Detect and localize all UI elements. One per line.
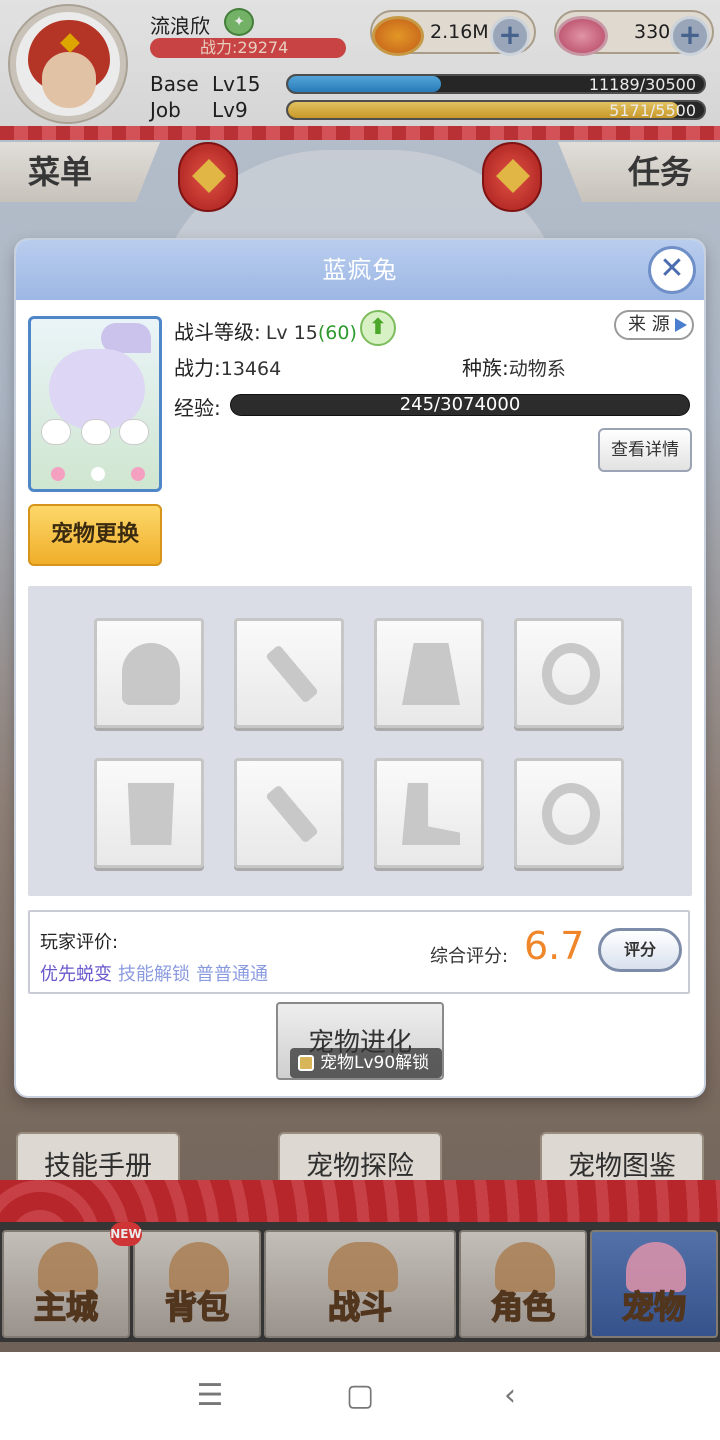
lock-icon: [298, 1055, 314, 1071]
equipment-panel: [28, 586, 692, 896]
close-icon: ✕: [659, 251, 685, 286]
pet-exp-bar: 245/3074000: [230, 394, 690, 416]
review-tag[interactable]: 优先蜕变: [40, 964, 112, 985]
pet-race-row: 种族:动物系: [462, 352, 566, 381]
armor-icon: [127, 783, 175, 845]
evolve-lock-tag: 宠物Lv90解锁: [290, 1048, 442, 1078]
evolve-lock-text: 宠物Lv90解锁: [320, 1053, 430, 1073]
pet-power-label: 战力:: [174, 356, 221, 380]
score-label: 综合评分:: [430, 946, 509, 967]
pet-info-dialog: 蓝疯兔 ✕ 战斗等级: Lv 15(60) ⬆ 来 源 战力:13464 种族:…: [16, 240, 704, 1096]
battle-level-row: 战斗等级: Lv 15(60): [174, 316, 357, 345]
pet-body: [49, 349, 145, 429]
ring-icon: [542, 643, 600, 705]
battle-level-max: (60): [317, 322, 357, 344]
equip-slot-weapon[interactable]: [234, 618, 344, 728]
cape-icon: [402, 643, 460, 705]
system-nav-bar: ☰ ▢ ‹: [0, 1352, 720, 1440]
view-details-button[interactable]: 查看详情: [598, 428, 692, 472]
source-label: 来 源: [628, 314, 670, 335]
pet-exp-label: 经验:: [174, 396, 221, 420]
flower-icon: [51, 467, 65, 481]
pet-exp-row: 经验:: [174, 392, 221, 421]
review-tag[interactable]: 技能解锁: [118, 964, 190, 985]
game-scene: 流浪欣 ✦ 战力:29274 Base Lv15 11189/30500 Job…: [0, 0, 720, 1352]
helmet-icon: [122, 643, 180, 705]
equip-slot-cape[interactable]: [374, 618, 484, 728]
flower-icon: [91, 467, 105, 481]
play-triangle-icon: [675, 318, 687, 332]
level-up-arrow-icon[interactable]: ⬆: [360, 310, 396, 346]
back-icon[interactable]: ‹: [490, 1376, 530, 1416]
equip-slot-helmet[interactable]: [94, 618, 204, 728]
equip-slot-ring[interactable]: [514, 618, 624, 728]
pet-race-label: 种族:: [462, 356, 509, 380]
recent-apps-icon[interactable]: ☰: [190, 1376, 230, 1416]
equip-slot-boots[interactable]: [374, 758, 484, 868]
battle-level-value: Lv 15: [265, 322, 318, 344]
pet-power-row: 战力:13464: [174, 352, 281, 381]
home-icon[interactable]: ▢: [340, 1376, 380, 1416]
pet-baby-1: [41, 419, 71, 445]
battle-level-label: 战斗等级:: [174, 320, 261, 344]
review-tag[interactable]: 普普通通: [196, 964, 268, 985]
pet-baby-3: [119, 419, 149, 445]
sword-icon: [265, 644, 319, 704]
pet-race-value: 动物系: [508, 358, 566, 380]
pet-swap-button[interactable]: 宠物更换: [28, 504, 162, 566]
review-tags: 优先蜕变 技能解锁 普普通通: [40, 960, 274, 986]
review-title: 玩家评价:: [40, 932, 119, 953]
equip-slot-accessory[interactable]: [514, 758, 624, 868]
flower-icon: [131, 467, 145, 481]
equip-slot-offhand[interactable]: [234, 758, 344, 868]
pet-power-value: 13464: [220, 358, 282, 380]
equip-slot-armor[interactable]: [94, 758, 204, 868]
dialog-title: 蓝疯兔: [322, 256, 398, 284]
pet-portrait[interactable]: [28, 316, 162, 492]
pet-baby-2: [81, 419, 111, 445]
player-review-panel: 玩家评价: 优先蜕变 技能解锁 普普通通 综合评分: 6.7 评分: [28, 910, 690, 994]
sword-icon: [265, 784, 319, 844]
close-button[interactable]: ✕: [648, 246, 696, 294]
score-value: 6.7: [524, 924, 585, 968]
rate-button[interactable]: 评分: [598, 928, 682, 972]
ring-icon: [542, 783, 600, 845]
dialog-header: 蓝疯兔: [16, 240, 704, 300]
boots-icon: [402, 783, 460, 845]
source-button[interactable]: 来 源: [614, 310, 694, 340]
